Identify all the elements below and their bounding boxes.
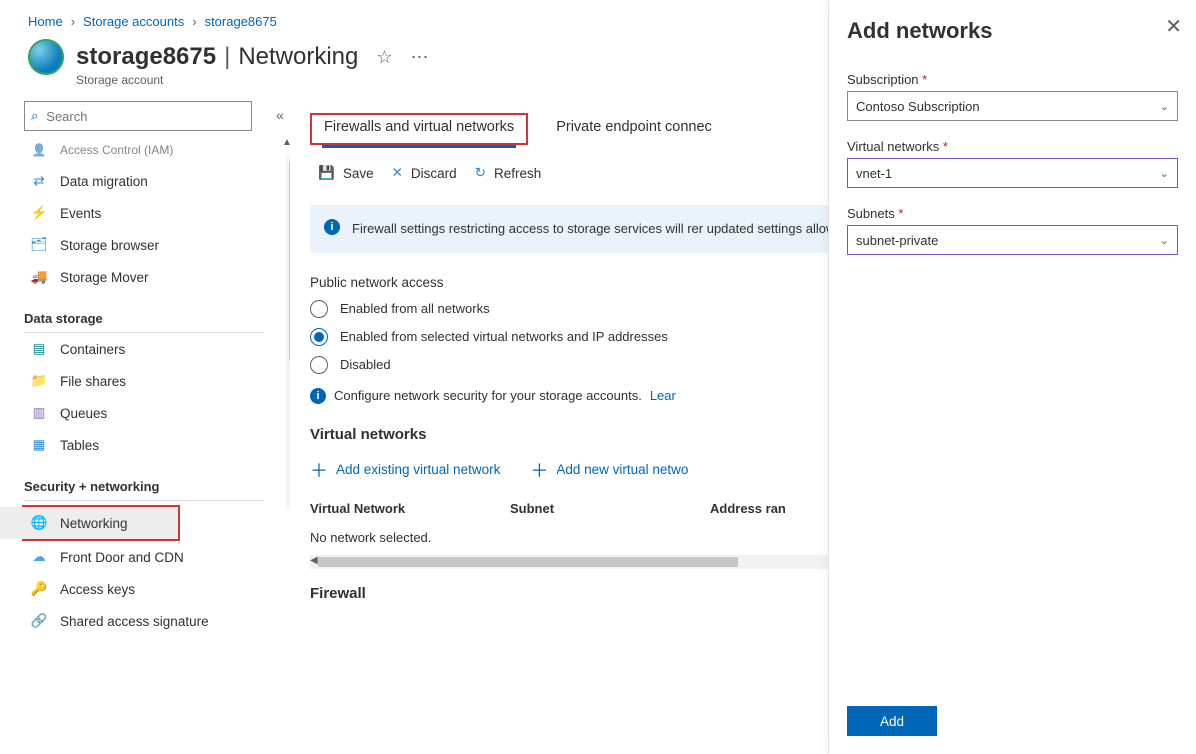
migration-icon: ⇄ — [30, 173, 48, 189]
subnet-label: Subnets * — [847, 206, 1178, 221]
container-icon: ▤ — [30, 341, 48, 357]
sidebar-item-front-door[interactable]: ☁ Front Door and CDN — [24, 541, 290, 573]
sidebar-item-events[interactable]: ⚡ Events — [24, 197, 290, 229]
fileshare-icon: 📁 — [30, 373, 48, 389]
close-flyout-button[interactable]: ✕ — [1165, 14, 1182, 39]
sidebar-item-data-migration[interactable]: ⇄ Data migration — [24, 165, 290, 197]
sidebar-item-networking[interactable]: 🌐 Networking — [0, 507, 178, 539]
page-title: storage8675 | Networking — [76, 43, 358, 71]
sidebar-item-access-control[interactable]: 👤 Access Control (IAM) — [24, 135, 290, 165]
tab-firewalls-highlight: Firewalls and virtual networks — [310, 113, 528, 145]
info-icon: i — [324, 219, 340, 235]
sidebar-item-sas[interactable]: 🔗 Shared access signature — [24, 605, 290, 637]
sidebar-item-tables[interactable]: ▦ Tables — [24, 429, 290, 461]
link-icon: 🔗 — [30, 613, 48, 629]
sidebar-nav: 👤 Access Control (IAM) ⇄ Data migration … — [24, 135, 290, 637]
plus-icon: ＋ — [310, 457, 328, 483]
subscription-dropdown[interactable]: Contoso Subscription ⌄ — [847, 91, 1178, 121]
chevron-right-icon: › — [71, 14, 75, 29]
col-subnet: Subnet — [510, 501, 650, 516]
radio-icon — [310, 300, 328, 318]
vnet-dropdown[interactable]: vnet-1 ⌄ — [847, 158, 1178, 188]
sidebar-search[interactable]: ⌕ — [24, 101, 252, 131]
person-icon: 👤 — [30, 143, 48, 157]
key-icon: 🔑 — [30, 581, 48, 597]
save-icon: 💾 — [318, 165, 335, 181]
breadcrumb-home[interactable]: Home — [28, 14, 63, 29]
save-button[interactable]: 💾 Save — [318, 165, 374, 181]
col-virtual-network: Virtual Network — [310, 501, 450, 516]
vnet-label: Virtual networks * — [847, 139, 1178, 154]
sidebar-item-queues[interactable]: ▥ Queues — [24, 397, 290, 429]
sidebar-group-security: Security + networking — [24, 467, 264, 501]
lightning-icon: ⚡ — [30, 205, 48, 221]
resource-name: storage8675 — [76, 43, 216, 71]
chevron-down-icon: ⌄ — [1160, 234, 1169, 247]
subscription-value: Contoso Subscription — [856, 99, 980, 114]
chevron-down-icon: ⌄ — [1160, 100, 1169, 113]
flyout-title: Add networks — [847, 18, 1178, 44]
truck-icon: 🚚 — [30, 269, 48, 285]
search-icon: ⌕ — [31, 108, 38, 124]
add-networks-flyout: ✕ Add networks Subscription * Contoso Su… — [828, 0, 1196, 754]
discard-button[interactable]: ✕ Discard — [392, 165, 457, 181]
sidebar-group-data-storage: Data storage — [24, 299, 264, 333]
vnet-value: vnet-1 — [856, 166, 892, 181]
chevron-right-icon: › — [192, 14, 196, 29]
sidebar-item-storage-browser[interactable]: 🗂 Storage browser — [24, 229, 290, 261]
radio-checked-icon — [310, 328, 328, 346]
breadcrumb-storage-accounts[interactable]: Storage accounts — [83, 14, 184, 29]
search-input[interactable] — [44, 108, 245, 125]
sidebar-item-file-shares[interactable]: 📁 File shares — [24, 365, 290, 397]
subnet-dropdown[interactable]: subnet-private ⌄ — [847, 225, 1178, 255]
radio-icon — [310, 356, 328, 374]
plus-icon: ＋ — [530, 457, 548, 483]
subnet-value: subnet-private — [856, 233, 938, 248]
refresh-icon: ↻ — [475, 165, 486, 181]
close-icon: ✕ — [392, 165, 403, 181]
add-existing-vnet-button[interactable]: ＋ Add existing virtual network — [310, 457, 500, 483]
resource-section: Networking — [238, 43, 358, 71]
breadcrumb-resource[interactable]: storage8675 — [205, 14, 277, 29]
subscription-label: Subscription * — [847, 72, 1178, 87]
sidebar-item-storage-mover[interactable]: 🚚 Storage Mover — [24, 261, 290, 293]
add-button[interactable]: Add — [847, 706, 937, 736]
tab-firewalls[interactable]: Firewalls and virtual networks — [322, 113, 516, 148]
folder-icon: 🗂 — [30, 237, 48, 253]
collapse-sidebar-icon[interactable]: « — [276, 107, 284, 123]
queue-icon: ▥ — [30, 405, 48, 421]
table-icon: ▦ — [30, 437, 48, 453]
more-menu-icon[interactable]: ⋯ — [411, 47, 429, 68]
cdn-icon: ☁ — [30, 549, 48, 565]
learn-more-link[interactable]: Lear — [650, 388, 676, 403]
sidebar-item-access-keys[interactable]: 🔑 Access keys — [24, 573, 290, 605]
sidebar-item-containers[interactable]: ▤ Containers — [24, 333, 290, 365]
tab-private-endpoints[interactable]: Private endpoint connec — [554, 113, 714, 145]
refresh-button[interactable]: ↻ Refresh — [475, 165, 542, 181]
info-icon: i — [310, 388, 326, 404]
globe-icon: 🌐 — [30, 515, 48, 531]
favorite-star-icon[interactable]: ☆ — [376, 47, 392, 68]
info-banner-text: Firewall settings restricting access to … — [352, 219, 900, 239]
scroll-left-icon[interactable]: ◀ — [310, 555, 318, 566]
sidebar: ⌕ « ▲ 👤 Access Control (IAM) ⇄ Data migr… — [0, 97, 290, 731]
chevron-down-icon: ⌄ — [1160, 167, 1169, 180]
storage-account-icon — [28, 39, 64, 75]
add-new-vnet-button[interactable]: ＋ Add new virtual netwo — [530, 457, 688, 483]
